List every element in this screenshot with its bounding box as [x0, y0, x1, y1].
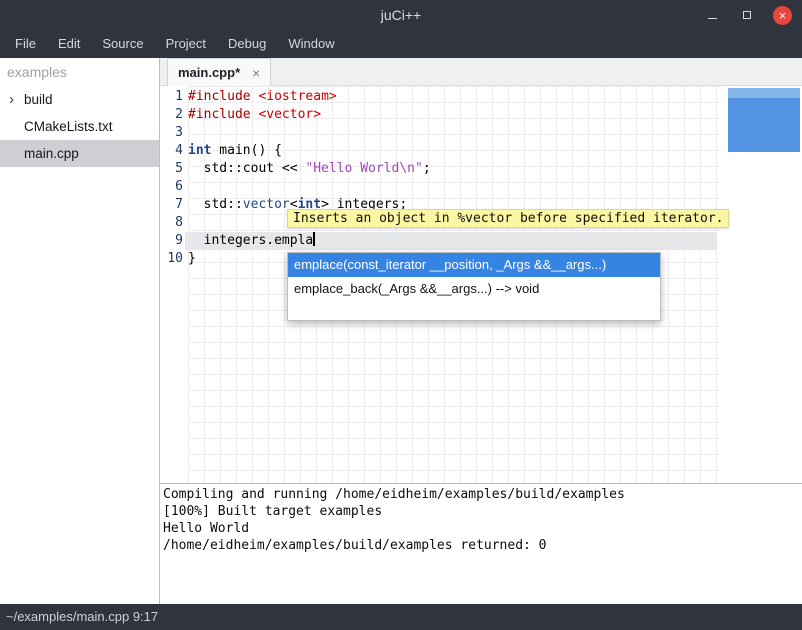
autocomplete-item[interactable]: emplace(const_iterator __position, _Args…	[288, 253, 660, 277]
menu-item-file[interactable]: File	[4, 30, 47, 58]
sidebar-item-cmakelists-txt[interactable]: CMakeLists.txt	[0, 113, 159, 140]
line-number: 10	[160, 250, 185, 268]
tab-main-cpp[interactable]: main.cpp* ×	[167, 58, 271, 86]
window-controls: ×	[703, 0, 792, 30]
terminal-output[interactable]: Compiling and running /home/eidheim/exam…	[160, 483, 802, 604]
terminal-line: Compiling and running /home/eidheim/exam…	[163, 486, 799, 503]
file-tree: › build CMakeLists.txt main.cpp	[0, 86, 159, 167]
token: #include	[188, 107, 251, 122]
token: main() {	[211, 143, 281, 158]
line-number: 4	[160, 142, 185, 160]
line-number: 5	[160, 160, 185, 178]
line-number: 7	[160, 196, 185, 214]
token: integers.empla	[188, 233, 313, 248]
code-text: #include <vector>	[185, 106, 717, 124]
tabbar: main.cpp* ×	[160, 58, 802, 86]
line-number: 3	[160, 124, 185, 142]
menu-item-source[interactable]: Source	[91, 30, 154, 58]
token: ;	[423, 161, 431, 176]
text-cursor	[313, 232, 315, 246]
line-number: 1	[160, 88, 185, 106]
tab-close-icon[interactable]: ×	[252, 65, 260, 81]
terminal-line: [100%] Built target examples	[163, 503, 799, 520]
statusbar-text: ~/examples/main.cpp 9:17	[6, 609, 158, 624]
titlebar: juCi++ ×	[0, 0, 802, 30]
token: int	[188, 143, 211, 158]
menu-item-edit[interactable]: Edit	[47, 30, 91, 58]
autocomplete-popup: emplace(const_iterator __position, _Args…	[287, 252, 661, 321]
window-title: juCi++	[0, 0, 802, 30]
restore-icon	[743, 11, 751, 19]
menu-item-window[interactable]: Window	[277, 30, 345, 58]
chevron-right-icon: ›	[9, 86, 14, 113]
code-text	[185, 178, 717, 196]
sidebar-header: examples	[0, 58, 159, 86]
code-text	[185, 124, 717, 142]
code-line[interactable]: 6	[160, 178, 802, 196]
token: vector	[243, 197, 290, 212]
statusbar: ~/examples/main.cpp 9:17	[0, 604, 802, 630]
line-number: 9	[160, 232, 185, 250]
tab-label: main.cpp*	[178, 65, 240, 80]
restore-button[interactable]	[738, 6, 756, 24]
menubar: FileEditSourceProjectDebugWindow	[0, 30, 802, 58]
code-line[interactable]: 1#include <iostream>	[160, 88, 802, 106]
token: "Hello World\n"	[305, 161, 422, 176]
line-number: 2	[160, 106, 185, 124]
close-icon: ×	[779, 6, 787, 25]
code-line[interactable]: 2#include <vector>	[160, 106, 802, 124]
line-number: 8	[160, 214, 185, 232]
token: }	[188, 251, 196, 266]
token: <iostream>	[258, 89, 336, 104]
token: <vector>	[258, 107, 321, 122]
menu-item-debug[interactable]: Debug	[217, 30, 277, 58]
tooltip: Inserts an object in %vector before spec…	[287, 209, 729, 228]
close-button[interactable]: ×	[773, 6, 792, 25]
code-line[interactable]: 4int main() {	[160, 142, 802, 160]
terminal-line: /home/eidheim/examples/build/examples re…	[163, 537, 799, 554]
file-label: CMakeLists.txt	[24, 119, 113, 134]
autocomplete-item[interactable]: emplace_back(_Args &&__args...) --> void	[288, 277, 660, 301]
token: std::cout <<	[188, 161, 305, 176]
file-label: main.cpp	[24, 146, 79, 161]
code-line[interactable]: 9 integers.empla	[160, 232, 802, 250]
code-text: integers.empla	[185, 232, 717, 250]
menu-item-project[interactable]: Project	[155, 30, 217, 58]
minimize-icon	[708, 18, 717, 20]
sidebar-item-build[interactable]: › build	[0, 86, 159, 113]
code-text: std::cout << "Hello World\n";	[185, 160, 717, 178]
terminal-line: Hello World	[163, 520, 799, 537]
minimize-button[interactable]	[703, 6, 721, 24]
line-number: 6	[160, 178, 185, 196]
token: #include	[188, 89, 251, 104]
token: std::	[188, 197, 243, 212]
sidebar: examples › build CMakeLists.txt main.cpp	[0, 58, 160, 604]
file-label: build	[24, 92, 53, 107]
code-line[interactable]: 3	[160, 124, 802, 142]
code-text: #include <iostream>	[185, 88, 717, 106]
code-lines: 1#include <iostream>2#include <vector>34…	[160, 88, 802, 268]
code-line[interactable]: 5 std::cout << "Hello World\n";	[160, 160, 802, 178]
sidebar-item-main-cpp[interactable]: main.cpp	[0, 140, 159, 167]
code-text: int main() {	[185, 142, 717, 160]
